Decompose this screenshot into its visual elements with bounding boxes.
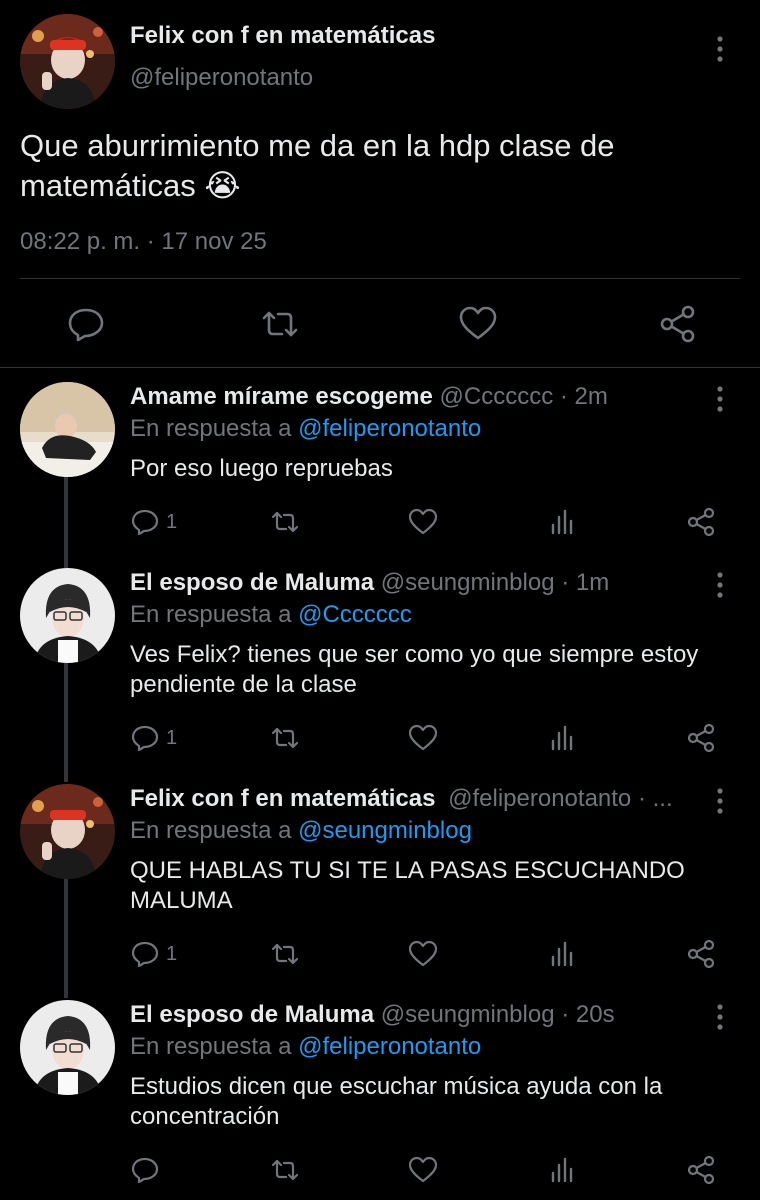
author-handle[interactable]: @Ccccccc [440, 383, 554, 410]
reply-actions [0, 1152, 760, 1192]
reply-text: QUE HABLAS TU SI TE LA PASAS ESCUCHANDO … [130, 857, 685, 914]
more-icon[interactable] [708, 384, 732, 414]
reply-actions: 1 [0, 936, 760, 976]
retweet-icon[interactable] [270, 504, 300, 540]
reply-header: El esposo de Maluma @seungminblog · 20s [130, 1000, 615, 1030]
author-name[interactable]: Felix con f en matemáticas [130, 785, 435, 812]
reply-tweet[interactable]: Amame mírame escogeme @Ccccccc · 2m En r… [0, 382, 760, 562]
reply-prefix: En respuesta a [130, 415, 299, 442]
author-handle[interactable]: @feliperonotanto [130, 64, 313, 92]
share-icon[interactable] [686, 936, 716, 972]
reply-text: Por eso luego repruebas [130, 455, 393, 482]
reply-actions: 1 [0, 504, 760, 544]
in-reply-to: En respuesta a @feliperonotanto [130, 1032, 481, 1062]
reply-header: Amame mírame escogeme @Ccccccc · 2m [130, 382, 608, 412]
reply-icon [130, 507, 160, 537]
in-reply-to: En respuesta a @Ccccccc [130, 600, 412, 630]
reply-count: 1 [166, 510, 178, 533]
reply-button[interactable]: 1 [130, 720, 177, 756]
reply-count: 1 [166, 726, 178, 749]
like-icon[interactable] [408, 936, 438, 972]
more-icon[interactable] [708, 570, 732, 600]
mention-link[interactable]: @Ccccccc [298, 601, 412, 628]
like-icon[interactable] [408, 720, 438, 756]
reply-time: 20s [575, 1001, 615, 1028]
divider [20, 278, 740, 279]
author-handle[interactable]: @seungminblog [381, 569, 555, 596]
more-icon[interactable] [708, 786, 732, 816]
mention-link[interactable]: @feliperonotanto [298, 1033, 481, 1060]
reply-prefix: En respuesta a [130, 817, 299, 844]
share-icon[interactable] [686, 1152, 716, 1188]
retweet-icon[interactable] [260, 304, 300, 344]
reply-button[interactable]: 1 [130, 504, 177, 540]
retweet-icon[interactable] [270, 720, 300, 756]
reply-time: 1m [575, 569, 610, 596]
author-name[interactable]: Felix con f en matemáticas [130, 22, 435, 50]
share-icon[interactable] [686, 720, 716, 756]
like-icon[interactable] [408, 504, 438, 540]
reply-tweet[interactable]: El esposo de Maluma @seungminblog · 20s … [0, 1000, 760, 1200]
separator: · [631, 785, 653, 812]
reply-text: Ves Felix? tienes que ser como yo que si… [130, 641, 699, 698]
reply-icon [130, 939, 160, 969]
retweet-icon[interactable] [270, 936, 300, 972]
avatar[interactable] [20, 382, 115, 477]
reply-tweet[interactable]: El esposo de Maluma @seungminblog · 1m E… [0, 568, 760, 778]
separator: · [553, 383, 575, 410]
main-tweet: Felix con f en matemáticas @feliperonota… [0, 0, 760, 368]
avatar[interactable] [20, 568, 115, 663]
reply-prefix: En respuesta a [130, 601, 299, 628]
reply-time: ... [652, 785, 673, 812]
author-name[interactable]: Amame mírame escogeme [130, 383, 433, 410]
mention-link[interactable]: @feliperonotanto [298, 415, 481, 442]
reply-time: 2m [574, 383, 608, 410]
analytics-icon[interactable] [548, 720, 578, 756]
tweet-actions [0, 300, 760, 350]
separator: · [554, 569, 576, 596]
analytics-icon[interactable] [548, 504, 578, 540]
share-icon[interactable] [686, 504, 716, 540]
avatar[interactable] [20, 784, 115, 879]
mention-link[interactable]: @seungminblog [298, 817, 472, 844]
avatar[interactable] [20, 14, 115, 109]
author-name[interactable]: El esposo de Maluma [130, 569, 374, 596]
reply-tweet[interactable]: Felix con f en matemáticas @feliperonota… [0, 784, 760, 994]
separator: · [554, 1001, 576, 1028]
analytics-icon[interactable] [548, 1152, 578, 1188]
reply-prefix: En respuesta a [130, 1033, 299, 1060]
author-handle[interactable]: @seungminblog [381, 1001, 555, 1028]
more-icon[interactable] [708, 34, 732, 64]
divider [0, 367, 760, 368]
reply-icon [130, 723, 160, 753]
reply-header: El esposo de Maluma @seungminblog · 1m [130, 568, 609, 598]
like-icon[interactable] [408, 1152, 438, 1188]
reply-icon [130, 1155, 160, 1185]
author-handle[interactable]: @feliperonotanto [448, 785, 631, 812]
reply-icon[interactable] [66, 304, 106, 344]
reply-actions: 1 [0, 720, 760, 760]
tweet-text: Que aburrimiento me da en la hdp clase d… [20, 128, 615, 203]
reply-button[interactable] [130, 1152, 166, 1188]
tweet-timestamp: 08:22 p. m. · 17 nov 25 [20, 228, 267, 255]
share-icon[interactable] [658, 304, 698, 344]
like-icon[interactable] [458, 304, 498, 344]
reply-button[interactable]: 1 [130, 936, 177, 972]
reply-count: 1 [166, 942, 178, 965]
author-name[interactable]: El esposo de Maluma [130, 1001, 374, 1028]
avatar[interactable] [20, 1000, 115, 1095]
reply-text: Estudios dicen que escuchar música ayuda… [130, 1073, 663, 1130]
more-icon[interactable] [708, 1002, 732, 1032]
in-reply-to: En respuesta a @feliperonotanto [130, 414, 481, 444]
retweet-icon[interactable] [270, 1152, 300, 1188]
reply-header: Felix con f en matemáticas @feliperonota… [130, 784, 673, 814]
analytics-icon[interactable] [548, 936, 578, 972]
in-reply-to: En respuesta a @seungminblog [130, 816, 472, 846]
